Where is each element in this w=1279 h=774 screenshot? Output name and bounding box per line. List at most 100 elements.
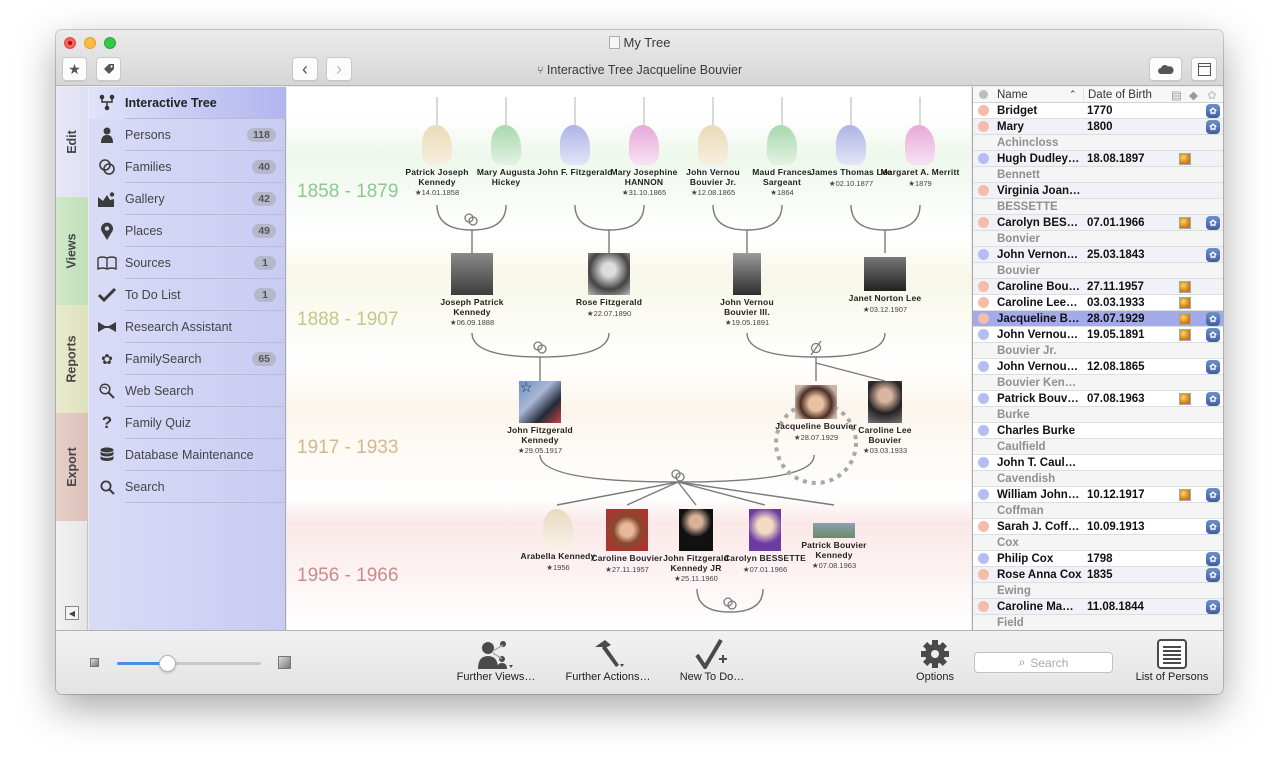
familysearch-icon[interactable]: ✿: [1206, 552, 1220, 566]
person-name-cell: Hugh Dudley…: [997, 152, 1080, 165]
person-card[interactable]: John Vernou Bouvier III. ★19.05.1891: [705, 253, 789, 328]
person-name-cell: Bridget: [997, 104, 1038, 117]
cloud-button[interactable]: [1149, 57, 1182, 81]
familysearch-icon[interactable]: ✿: [1206, 520, 1220, 534]
surname-group-row[interactable]: Bennett: [973, 167, 1223, 183]
person-name: Margaret A. Merritt: [880, 167, 960, 177]
familysearch-icon[interactable]: ✿: [1206, 312, 1220, 326]
surname-group-row[interactable]: Coffman: [973, 503, 1223, 519]
zoom-slider-handle[interactable]: [159, 655, 177, 672]
person-row-selected[interactable]: Jacqueline B… 28.07.1929 ✿: [973, 311, 1223, 327]
familysearch-icon[interactable]: ✿: [1206, 120, 1220, 134]
person-name: John Vernou Bouvier III.: [720, 297, 774, 317]
sidebar-item-research-assistant[interactable]: Research Assistant: [89, 311, 286, 343]
person-row[interactable]: Bridget 1770 ✿: [973, 103, 1223, 119]
person-row[interactable]: Virginia Joan…: [973, 183, 1223, 199]
surname-group-row[interactable]: Cavendish: [973, 471, 1223, 487]
sidebar-item-search[interactable]: Search: [89, 471, 286, 503]
familysearch-icon[interactable]: ✿: [1206, 600, 1220, 614]
person-card[interactable]: ☆ John Fitzgerald Kennedy ★29.05.1917: [498, 379, 582, 456]
media-cell: [1173, 296, 1197, 309]
person-row[interactable]: Carolyn BES… 07.01.1966 ✿: [973, 215, 1223, 231]
person-row[interactable]: John Vernou… 19.05.1891 ✿: [973, 327, 1223, 343]
person-row[interactable]: Rose Anna Cox 1835 ✿: [973, 567, 1223, 583]
person-card[interactable]: Joseph Patrick Kennedy ★06.09.1888: [430, 253, 514, 328]
tab-export[interactable]: Export: [56, 413, 88, 521]
familysearch-icon[interactable]: ✿: [1206, 568, 1220, 582]
person-row[interactable]: Caroline Ma… 11.08.1844 ✿: [973, 599, 1223, 615]
person-row[interactable]: Caroline Bou… 27.11.1957: [973, 279, 1223, 295]
zoom-out-icon[interactable]: [90, 658, 99, 667]
gender-column-header[interactable]: [979, 90, 988, 99]
interactive-tree-canvas[interactable]: 1858 - 1879 1888 - 1907 1917 - 1933 1956…: [287, 87, 971, 630]
person-name-cell: Patrick Bouv…: [997, 392, 1079, 405]
sidebar-item-web-search[interactable]: Web Search: [89, 375, 286, 407]
person-card[interactable]: Margaret A. Merritt ★1879: [878, 125, 962, 189]
familysearch-icon[interactable]: ✿: [1206, 392, 1220, 406]
sidebar-item-families[interactable]: Families 40: [89, 151, 286, 183]
person-card[interactable]: Rose Fitzgerald ★22.07.1890: [567, 253, 651, 319]
person-row[interactable]: Charles Burke: [973, 423, 1223, 439]
surname-group-row[interactable]: Bouvier Jr.: [973, 343, 1223, 359]
list-of-persons-button[interactable]: List of Persons: [1127, 637, 1217, 683]
sidebar-item-persons[interactable]: Persons 118: [89, 119, 286, 151]
person-row[interactable]: Hugh Dudley… 18.08.1897: [973, 151, 1223, 167]
surname-group-row[interactable]: Caulfield: [973, 439, 1223, 455]
surname-group-row[interactable]: Burke: [973, 407, 1223, 423]
person-row[interactable]: Caroline Lee… 03.03.1933: [973, 295, 1223, 311]
surname-group-row[interactable]: Bonvier: [973, 231, 1223, 247]
familysearch-icon[interactable]: ✿: [1206, 248, 1220, 262]
sidebar-item-database-maintenance[interactable]: Database Maintenance: [89, 439, 286, 471]
person-row[interactable]: John T. Caul…: [973, 455, 1223, 471]
person-photo: [795, 385, 837, 419]
person-card[interactable]: Patrick Bouvier Kennedy ★07.08.1963: [792, 523, 876, 571]
person-row[interactable]: Mary 1800 ✿: [973, 119, 1223, 135]
person-birth-date: ★22.07.1890: [586, 308, 632, 318]
further-views-button[interactable]: Further Views…: [452, 637, 540, 683]
familysearch-icon[interactable]: ✿: [1206, 360, 1220, 374]
familysearch-icon[interactable]: ✿: [1206, 216, 1220, 230]
familysearch-icon[interactable]: ✿: [1206, 488, 1220, 502]
tag-column-icon[interactable]: ◆: [1189, 88, 1207, 102]
window-layout-button[interactable]: [1191, 57, 1217, 81]
surname-group-row[interactable]: Bouvier: [973, 263, 1223, 279]
count-badge: 65: [252, 352, 276, 366]
tab-views[interactable]: Views: [56, 197, 88, 305]
surname-group-row[interactable]: Cox: [973, 535, 1223, 551]
person-card[interactable]: Janet Norton Lee ★03.12.1907: [843, 257, 927, 315]
person-row[interactable]: Sarah J. Coff… 10.09.1913 ✿: [973, 519, 1223, 535]
person-row[interactable]: William John… 10.12.1917 ✿: [973, 487, 1223, 503]
surname-group-row[interactable]: Bouvier Ken…: [973, 375, 1223, 391]
surname-group-row[interactable]: BESSETTE: [973, 199, 1223, 215]
tab-reports[interactable]: Reports: [56, 305, 88, 413]
media-column-icon[interactable]: ▤: [1171, 88, 1189, 102]
tab-edit[interactable]: Edit: [56, 87, 88, 197]
surname-group-row[interactable]: Achincloss: [973, 135, 1223, 151]
sidebar-item-places[interactable]: Places 49: [89, 215, 286, 247]
search-input[interactable]: ⌕ Search: [974, 652, 1113, 673]
surname-group-row[interactable]: Ewing: [973, 583, 1223, 599]
familysearch-icon[interactable]: ✿: [1206, 328, 1220, 342]
familysearch-column-icon[interactable]: ✿: [1207, 88, 1221, 102]
zoom-in-icon[interactable]: [278, 656, 291, 669]
surname-group-row[interactable]: Field: [973, 615, 1223, 630]
sidebar-item-interactive-tree[interactable]: Interactive Tree: [89, 87, 286, 119]
person-row[interactable]: John Vernou… 12.08.1865 ✿: [973, 359, 1223, 375]
sidebar-item-familysearch[interactable]: ✿ FamilySearch 65: [89, 343, 286, 375]
person-row[interactable]: Patrick Bouv… 07.08.1963 ✿: [973, 391, 1223, 407]
options-button[interactable]: Options: [904, 637, 966, 683]
person-row[interactable]: John Vernon… 25.03.1843 ✿: [973, 247, 1223, 263]
zoom-slider[interactable]: [117, 655, 261, 672]
further-actions-button[interactable]: Further Actions…: [556, 637, 660, 683]
person-card[interactable]: Caroline Lee Bouvier ★03.03.1933: [843, 381, 927, 456]
person-row[interactable]: Philip Cox 1798 ✿: [973, 551, 1223, 567]
collapse-sidebar-button[interactable]: ◀: [65, 606, 79, 620]
sidebar-item-todo[interactable]: To Do List 1: [89, 279, 286, 311]
sidebar-item-sources[interactable]: Sources 1: [89, 247, 286, 279]
name-column-header[interactable]: Name: [997, 89, 1069, 101]
familysearch-icon[interactable]: ✿: [1206, 104, 1220, 118]
new-todo-button[interactable]: New To Do…: [672, 637, 752, 683]
sidebar-item-gallery[interactable]: Gallery 42: [89, 183, 286, 215]
sidebar-item-family-quiz[interactable]: ? Family Quiz: [89, 407, 286, 439]
date-of-birth-column-header[interactable]: Date of Birth: [1083, 88, 1171, 101]
